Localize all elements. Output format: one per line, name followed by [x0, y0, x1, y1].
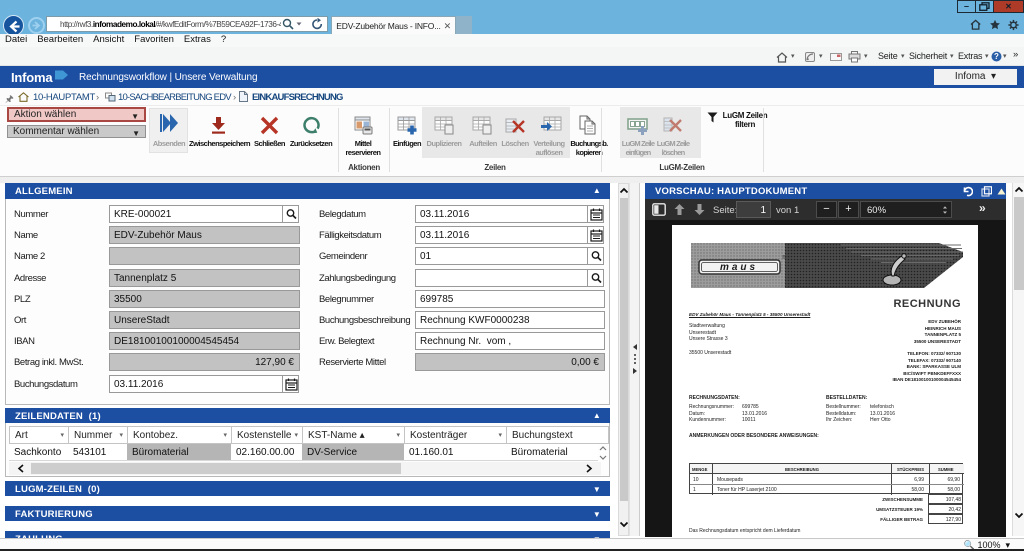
svg-text:maus: maus	[720, 262, 758, 273]
svg-text:®: ®	[782, 254, 786, 261]
svg-text:?: ?	[994, 52, 999, 61]
